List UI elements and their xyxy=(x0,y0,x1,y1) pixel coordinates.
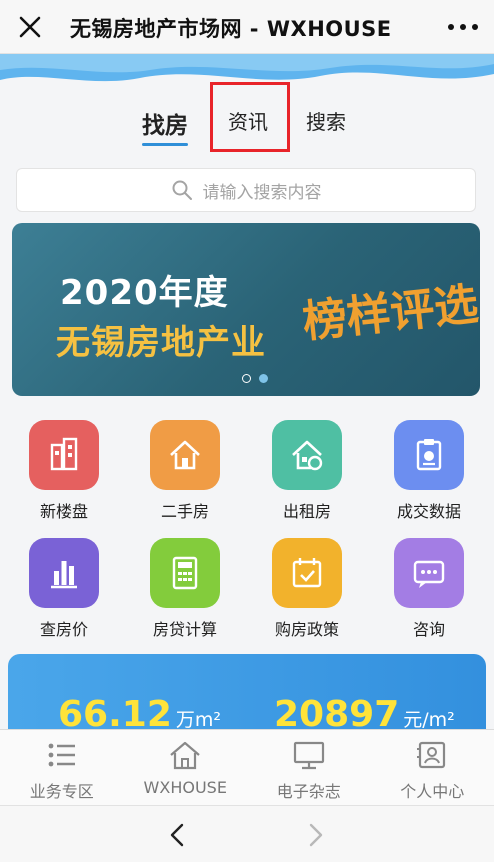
calendar-check-icon xyxy=(272,538,342,608)
search-icon xyxy=(172,180,192,200)
grid-item-consult[interactable]: 咨询 xyxy=(374,538,484,640)
nav-personal-center[interactable]: 个人中心 xyxy=(371,730,494,805)
grid-item-loan-calculator[interactable]: 房贷计算 xyxy=(130,538,240,640)
banner-year-text: 2020年度 xyxy=(60,273,229,313)
id-card-icon xyxy=(371,738,494,772)
tab-find-house[interactable]: 找房 xyxy=(142,106,188,146)
banner-pagination xyxy=(242,374,268,383)
title-bar: 无锡房地产市场网 - WXHOUSE xyxy=(0,0,494,54)
grid-item-second-hand[interactable]: 二手房 xyxy=(130,420,240,522)
stat-area-unit: 万m² xyxy=(175,709,222,731)
report-icon xyxy=(394,420,464,490)
chat-icon xyxy=(394,538,464,608)
more-dots-icon[interactable] xyxy=(448,17,478,37)
nav-business-zone[interactable]: 业务专区 xyxy=(0,730,124,805)
highlight-box xyxy=(210,82,290,152)
grid-item-label: 成交数据 xyxy=(396,502,461,521)
banner-city-text: 无锡房地产业 xyxy=(56,323,266,363)
promo-banner[interactable]: 2020年度 无锡房地产业 榜样评选 xyxy=(12,223,480,396)
house-icon xyxy=(150,420,220,490)
nav-label: 个人中心 xyxy=(400,782,465,801)
pagination-dot-active[interactable] xyxy=(259,374,268,383)
grid-item-label: 新楼盘 xyxy=(39,502,88,521)
rent-house-icon xyxy=(272,420,342,490)
nav-e-magazine[interactable]: 电子杂志 xyxy=(247,730,371,805)
page-title: 无锡房地产市场网 - WXHOUSE xyxy=(70,17,392,41)
grid-item-label: 购房政策 xyxy=(274,620,339,639)
stat-price-unit: 元/m² xyxy=(403,709,455,731)
nav-label: 业务专区 xyxy=(29,782,94,801)
nav-home[interactable]: WXHOUSE xyxy=(124,730,248,805)
grid-item-label: 出租房 xyxy=(282,502,331,521)
monitor-icon xyxy=(247,738,371,772)
bottom-nav: 业务专区 WXHOUSE 电子杂志 个人中心 xyxy=(0,729,494,805)
grid-item-label: 二手房 xyxy=(160,502,209,521)
grid-item-new-buildings[interactable]: 新楼盘 xyxy=(9,420,119,522)
grid-item-purchase-policy[interactable]: 购房政策 xyxy=(252,538,362,640)
back-arrow-icon[interactable] xyxy=(163,820,193,850)
grid-item-label: 查房价 xyxy=(39,620,88,639)
calculator-icon xyxy=(150,538,220,608)
list-icon xyxy=(0,738,124,772)
buildings-icon xyxy=(29,420,99,490)
nav-label: WXHOUSE xyxy=(143,778,227,797)
grid-item-price-lookup[interactable]: 查房价 xyxy=(9,538,119,640)
grid-item-label: 房贷计算 xyxy=(152,620,217,639)
grid-item-rental[interactable]: 出租房 xyxy=(252,420,362,522)
search-input[interactable]: 请输入搜索内容 xyxy=(16,168,476,212)
forward-arrow-icon[interactable] xyxy=(300,820,330,850)
bar-chart-icon xyxy=(29,538,99,608)
banner-award-text: 榜样评选 xyxy=(300,278,480,349)
home-icon xyxy=(124,738,248,772)
grid-item-transactions[interactable]: 成交数据 xyxy=(374,420,484,522)
browser-toolbar xyxy=(0,805,494,862)
search-placeholder: 请输入搜索内容 xyxy=(202,182,322,203)
nav-label: 电子杂志 xyxy=(276,782,341,801)
pagination-dot[interactable] xyxy=(242,374,251,383)
tab-search[interactable]: 搜索 xyxy=(306,106,346,135)
grid-item-label: 咨询 xyxy=(412,620,445,639)
close-icon[interactable] xyxy=(14,11,46,43)
